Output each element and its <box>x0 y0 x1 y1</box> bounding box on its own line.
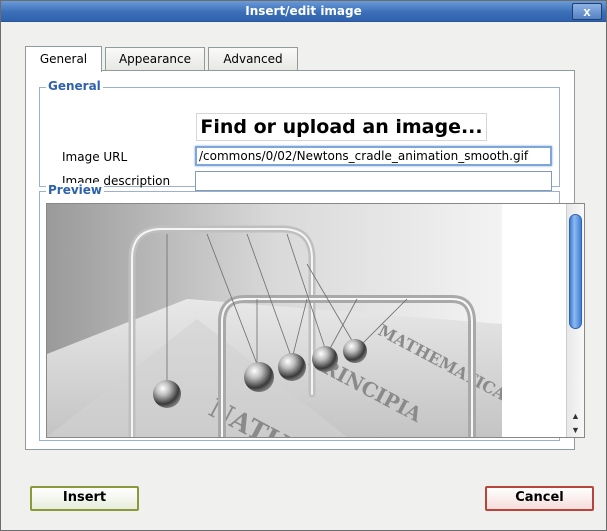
find-upload-image-button[interactable]: Find or upload an image... <box>196 113 487 141</box>
preview-fieldset: Preview PRINCIPIA MATHEMATICA ▲ ▼ <box>39 183 585 441</box>
insert-edit-image-dialog: Insert/edit image x General Appearance A… <box>0 0 607 531</box>
tab-appearance[interactable]: Appearance <box>105 47 205 71</box>
newtons-cradle-image: NATURALIS PRINCIPIA MATHEMATICA <box>47 204 510 437</box>
image-url-label: Image URL <box>62 150 128 164</box>
close-icon: x <box>583 4 591 19</box>
preview-legend: Preview <box>46 183 105 197</box>
preview-scrollbar[interactable]: ▲ ▼ <box>566 204 584 437</box>
tab-advanced[interactable]: Advanced <box>208 47 298 71</box>
preview-frame: NATURALIS PRINCIPIA MATHEMATICA <box>46 203 585 438</box>
scroll-down-arrow-icon[interactable]: ▼ <box>567 423 584 437</box>
general-fieldset: General Find or upload an image... Image… <box>39 79 560 191</box>
dialog-titlebar[interactable]: Insert/edit image x <box>1 1 606 22</box>
cancel-button[interactable]: Cancel <box>485 486 594 511</box>
scrollbar-thumb[interactable] <box>569 214 582 329</box>
general-tab-panel: General Find or upload an image... Image… <box>25 70 585 450</box>
image-description-input[interactable] <box>195 171 552 191</box>
dialog-title: Insert/edit image <box>245 4 362 18</box>
close-button[interactable]: x <box>572 3 602 20</box>
insert-button[interactable]: Insert <box>30 486 139 511</box>
image-url-input[interactable]: /commons/0/02/Newtons_cradle_animation_s… <box>195 146 552 166</box>
tab-general[interactable]: General <box>25 46 102 72</box>
general-legend: General <box>46 79 103 93</box>
scroll-up-arrow-icon[interactable]: ▲ <box>567 409 584 423</box>
